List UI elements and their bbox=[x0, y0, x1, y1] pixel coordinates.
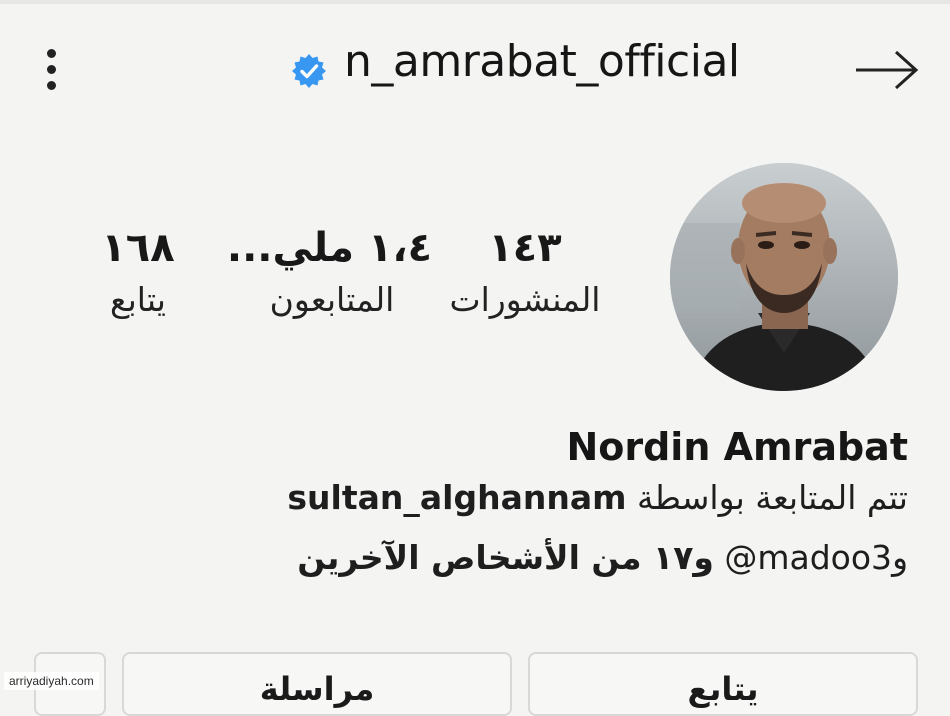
followed-by-others-line[interactable]: و@madoo3 و١٧ من الأشخاص الآخرين bbox=[297, 538, 908, 577]
and-prefix: و bbox=[892, 538, 908, 577]
menu-dot bbox=[46, 80, 56, 90]
message-button-label: مراسلة bbox=[259, 670, 375, 708]
followers-stat[interactable]: ١،٤ ملي... المتابعون bbox=[226, 222, 432, 322]
followed-by-line[interactable]: تتم المتابعة بواسطة sultan_alghannam bbox=[287, 478, 908, 517]
profile-header: n_amrabat_official bbox=[0, 30, 950, 110]
followers-count: ١،٤ ملي... bbox=[226, 225, 432, 271]
follow-button[interactable]: يتابع bbox=[528, 652, 918, 716]
other-follower-user[interactable]: @madoo3 bbox=[724, 538, 892, 577]
message-button[interactable]: مراسلة bbox=[122, 652, 512, 716]
posts-stat: ١٤٣ المنشورات bbox=[440, 222, 610, 322]
followers-label: المتابعون bbox=[269, 280, 395, 319]
profile-full-name: Nordin Amrabat bbox=[566, 425, 908, 469]
following-count: ١٦٨ bbox=[101, 225, 175, 271]
verified-badge-icon bbox=[292, 54, 326, 88]
avatar-photo bbox=[670, 163, 898, 391]
followed-by-user[interactable]: sultan_alghannam bbox=[287, 478, 626, 517]
top-divider bbox=[0, 0, 950, 4]
following-stat[interactable]: ١٦٨ يتابع bbox=[78, 222, 198, 322]
profile-username: n_amrabat_official bbox=[344, 36, 740, 87]
followed-by-prefix: تتم المتابعة بواسطة bbox=[636, 478, 908, 517]
menu-dot bbox=[46, 64, 56, 74]
others-count-text: و١٧ من الأشخاص الآخرين bbox=[297, 538, 714, 577]
following-label: يتابع bbox=[110, 280, 166, 319]
posts-label: المنشورات bbox=[449, 280, 601, 319]
profile-avatar[interactable] bbox=[670, 163, 898, 391]
options-menu-button[interactable] bbox=[34, 38, 68, 100]
menu-dot bbox=[46, 48, 56, 58]
follow-button-label: يتابع bbox=[687, 670, 759, 708]
posts-count: ١٤٣ bbox=[488, 225, 562, 271]
arrow-right-icon[interactable] bbox=[852, 48, 922, 92]
watermark: arriyadiyah.com bbox=[4, 672, 99, 690]
